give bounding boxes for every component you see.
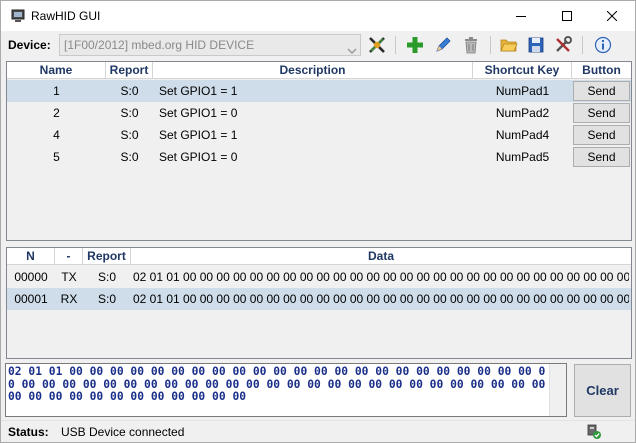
window-title: RawHID GUI [31,9,101,23]
cell-report: S:0 [97,292,116,306]
send-button[interactable]: Send [573,103,630,123]
cell-description: Set GPIO1 = 1 [159,128,238,142]
cell-name: 5 [53,150,60,164]
column-header-n[interactable]: N [7,248,55,265]
send-button[interactable]: Send [573,125,630,145]
cell-report: S:0 [120,128,139,142]
info-icon[interactable] [593,35,613,55]
cell-report: S:0 [120,150,139,164]
device-label: Device: [8,38,51,52]
log-row[interactable]: 00000 TX S:0 02 01 01 00 00 00 00 00 00 … [7,266,631,288]
column-header-report[interactable]: Report [83,248,131,265]
log-grid: N - Report Data 00000 TX S:0 02 01 01 00… [6,247,632,359]
cell-shortcut-key: NumPad2 [495,106,550,120]
delete-icon[interactable] [461,35,481,55]
status-text: USB Device connected [61,425,185,439]
cell-report: S:0 [120,84,139,98]
commands-grid: Name Report Description Shortcut Key But… [6,61,632,241]
open-folder-icon[interactable] [499,35,519,55]
cell-report: S:0 [97,270,116,284]
cell-name: 2 [53,106,60,120]
column-header-direction[interactable]: - [55,248,83,265]
send-button[interactable]: Send [573,147,630,167]
table-row[interactable]: 4 S:0 Set GPIO1 = 1 NumPad4 Send [7,124,631,146]
edit-icon[interactable] [433,35,453,55]
cell-name: 1 [53,84,60,98]
column-header-description[interactable]: Description [153,62,473,79]
table-row[interactable]: 5 S:0 Set GPIO1 = 0 NumPad5 Send [7,146,631,168]
cell-direction: RX [60,292,78,306]
cell-data: 02 01 01 00 00 00 00 00 00 00 00 00 00 0… [133,292,629,306]
column-header-button[interactable]: Button [572,62,631,79]
maximize-button[interactable] [544,1,590,31]
close-button[interactable] [589,1,635,31]
cell-data: 02 01 01 00 00 00 00 00 00 00 00 00 00 0… [133,270,629,284]
app-window: RawHID GUI Device: [1F00/2012] mbed.org … [0,0,636,443]
tools-icon[interactable] [553,35,573,55]
cell-description: Set GPIO1 = 0 [159,150,238,164]
hex-input-value[interactable]: 02 01 01 00 00 00 00 00 00 00 00 00 00 0… [8,365,548,404]
cell-shortcut-key: NumPad4 [495,128,550,142]
clear-button[interactable]: Clear [574,364,631,417]
toolbar-separator [490,36,491,54]
cell-description: Set GPIO1 = 1 [159,84,238,98]
column-header-report[interactable]: Report [106,62,153,79]
status-bar: Status: USB Device connected [1,420,635,442]
log-grid-header: N - Report Data [7,248,631,265]
cell-direction: TX [61,270,77,284]
log-row[interactable]: 00001 RX S:0 02 01 01 00 00 00 00 00 00 … [7,288,631,310]
chevron-down-icon [347,41,357,61]
title-bar[interactable]: RawHID GUI [1,1,635,31]
app-icon [11,9,25,23]
minimize-button[interactable] [498,1,544,31]
cell-n: 00000 [14,270,48,284]
device-select-value: [1F00/2012] mbed.org HID DEVICE [64,38,255,52]
usb-connected-icon [586,424,602,443]
disconnect-icon[interactable] [367,35,387,55]
cell-description: Set GPIO1 = 0 [159,106,238,120]
column-header-data[interactable]: Data [131,248,631,265]
toolbar: Device: [1F00/2012] mbed.org HID DEVICE [1,31,635,59]
column-header-shortcut-key[interactable]: Shortcut Key [473,62,572,79]
close-icon [607,11,617,21]
column-header-name[interactable]: Name [7,62,106,79]
send-button[interactable]: Send [573,81,630,101]
status-label: Status: [8,425,49,439]
cell-n: 00001 [14,292,48,306]
hex-input[interactable]: 02 01 01 00 00 00 00 00 00 00 00 00 00 0… [5,363,567,417]
minimize-icon [516,11,526,21]
device-select[interactable]: [1F00/2012] mbed.org HID DEVICE [59,34,361,56]
cell-shortcut-key: NumPad1 [495,84,550,98]
save-icon[interactable] [526,35,546,55]
cell-name: 4 [53,128,60,142]
toolbar-separator [395,36,396,54]
table-row[interactable]: 1 S:0 Set GPIO1 = 1 NumPad1 Send [7,80,631,102]
cell-shortcut-key: NumPad5 [495,150,550,164]
commands-grid-header: Name Report Description Shortcut Key But… [7,62,631,79]
table-row[interactable]: 2 S:0 Set GPIO1 = 0 NumPad2 Send [7,102,631,124]
maximize-icon [562,11,572,21]
cell-report: S:0 [120,106,139,120]
hex-input-scrollbar[interactable] [549,364,566,416]
add-icon[interactable] [405,35,425,55]
toolbar-separator [582,36,583,54]
